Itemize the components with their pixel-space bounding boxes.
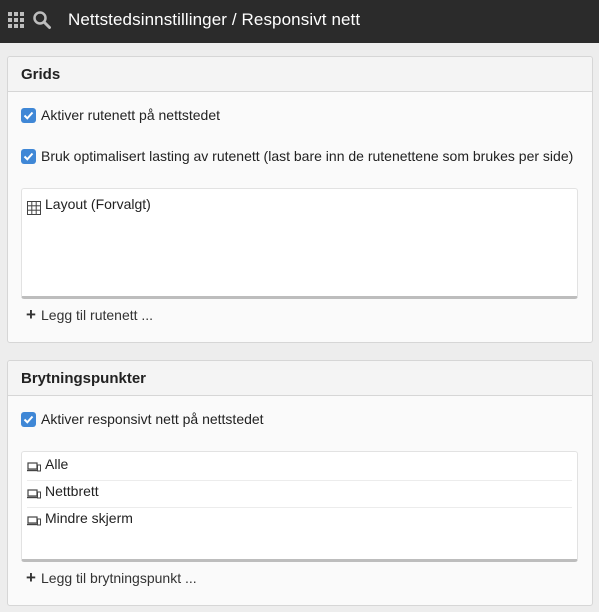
breakpoints-panel: Brytningspunkter Aktiver responsivt nett… — [7, 360, 593, 606]
add-grid-label: Legg til rutenett ... — [41, 307, 154, 323]
enable-grid-label: Aktiver rutenett på nettstedet — [41, 107, 220, 123]
breakpoint-item-alle[interactable]: Alle — [27, 454, 572, 481]
breakpoint-item-label: Mindre skjerm — [45, 510, 133, 526]
page-title: Nettstedsinnstillinger / Responsivt nett — [68, 10, 361, 29]
search-icon[interactable] — [33, 10, 51, 30]
breakpoints-panel-header: Brytningspunkter — [8, 361, 592, 396]
devices-icon — [27, 489, 41, 499]
grid-item-layout[interactable]: Layout (Forvalgt) — [27, 194, 572, 220]
grids-panel: Grids Aktiver rutenett på nettstedet Bru… — [7, 56, 593, 343]
plus-icon: + — [26, 305, 36, 324]
breakpoint-item-nettbrett[interactable]: Nettbrett — [27, 481, 572, 508]
devices-icon — [27, 516, 41, 526]
checkmark-icon — [23, 152, 34, 161]
apps-grid-icon[interactable] — [8, 12, 24, 28]
add-breakpoint-label: Legg til brytningspunkt ... — [41, 570, 197, 586]
top-bar: Nettstedsinnstillinger / Responsivt nett — [0, 0, 599, 43]
table-grid-icon — [27, 201, 41, 215]
devices-icon — [27, 462, 41, 472]
grid-item-label: Layout (Forvalgt) — [45, 196, 151, 212]
optimized-loading-checkbox[interactable] — [21, 149, 36, 164]
optimized-loading-label: Bruk optimalisert lasting av rutenett (l… — [41, 148, 574, 164]
enable-grid-checkbox[interactable] — [21, 108, 36, 123]
enable-responsive-label: Aktiver responsivt nett på nettstedet — [41, 411, 264, 427]
plus-icon: + — [26, 568, 36, 587]
grids-panel-title: Grids — [21, 66, 61, 83]
breakpoints-list: Alle Nettbrett Mindre skjerm — [21, 451, 578, 562]
checkmark-icon — [23, 111, 34, 120]
grids-list: Layout (Forvalgt) — [21, 188, 578, 299]
breakpoint-item-label: Alle — [45, 456, 69, 472]
breakpoints-panel-title: Brytningspunkter — [21, 370, 147, 387]
checkmark-icon — [23, 415, 34, 424]
breakpoint-item-label: Nettbrett — [45, 483, 99, 499]
breakpoint-item-mindre-skjerm[interactable]: Mindre skjerm — [27, 508, 572, 534]
grids-panel-header: Grids — [8, 57, 592, 92]
enable-responsive-checkbox[interactable] — [21, 412, 36, 427]
